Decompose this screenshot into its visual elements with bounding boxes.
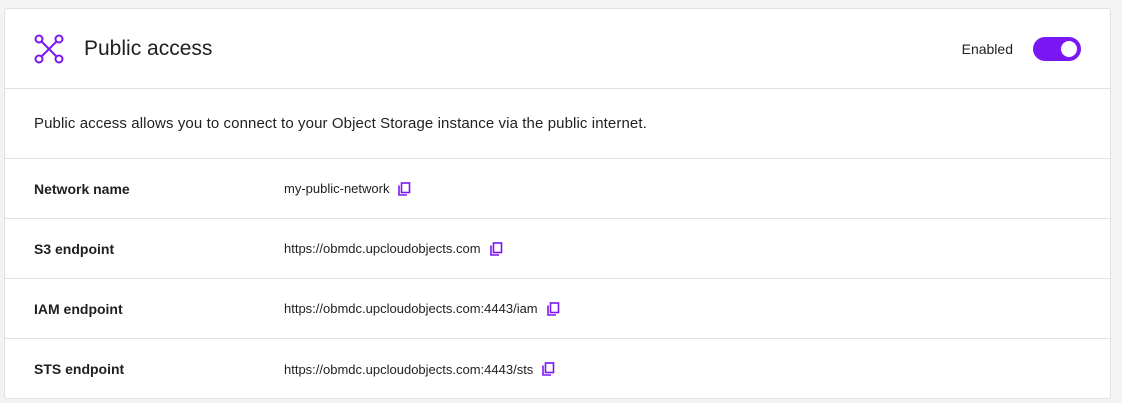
detail-label: IAM endpoint — [34, 300, 123, 317]
details-list: Network name my-public-network S3 endpoi… — [5, 159, 1110, 399]
panel-description: Public access allows you to connect to y… — [5, 89, 1110, 159]
public-access-toggle[interactable] — [1033, 36, 1081, 61]
panel-header: Public access Enabled — [5, 9, 1110, 89]
toggle-knob[interactable] — [1061, 40, 1077, 57]
detail-row-s3-endpoint: S3 endpoint https://obmdc.upcloudobjects… — [5, 219, 1110, 279]
copy-icon[interactable] — [397, 181, 411, 196]
copy-icon[interactable] — [546, 301, 560, 316]
copy-icon[interactable] — [541, 362, 555, 376]
toggle-label: Enabled — [961, 40, 1013, 57]
copy-icon[interactable] — [489, 241, 503, 256]
detail-row-network-name: Network name my-public-network — [5, 159, 1110, 219]
detail-label: S3 endpoint — [34, 240, 115, 257]
detail-row-iam-endpoint: IAM endpoint https://obmdc.upcloudobject… — [5, 279, 1110, 339]
panel-title: Public access — [84, 36, 213, 60]
detail-row-sts-endpoint: STS endpoint https://obmdc.upcloudobject… — [5, 339, 1110, 399]
detail-value: https://obmdc.upcloudobjects.com — [284, 241, 481, 256]
detail-value: https://obmdc.upcloudobjects.com:4443/ia… — [284, 301, 538, 316]
network-nodes-icon — [33, 33, 65, 65]
detail-label: STS endpoint — [34, 361, 125, 377]
detail-value: my-public-network — [284, 181, 390, 196]
public-access-panel: Public access Enabled Public access allo… — [4, 8, 1111, 399]
detail-label: Network name — [34, 180, 130, 197]
detail-value: https://obmdc.upcloudobjects.com:4443/st… — [284, 361, 534, 377]
